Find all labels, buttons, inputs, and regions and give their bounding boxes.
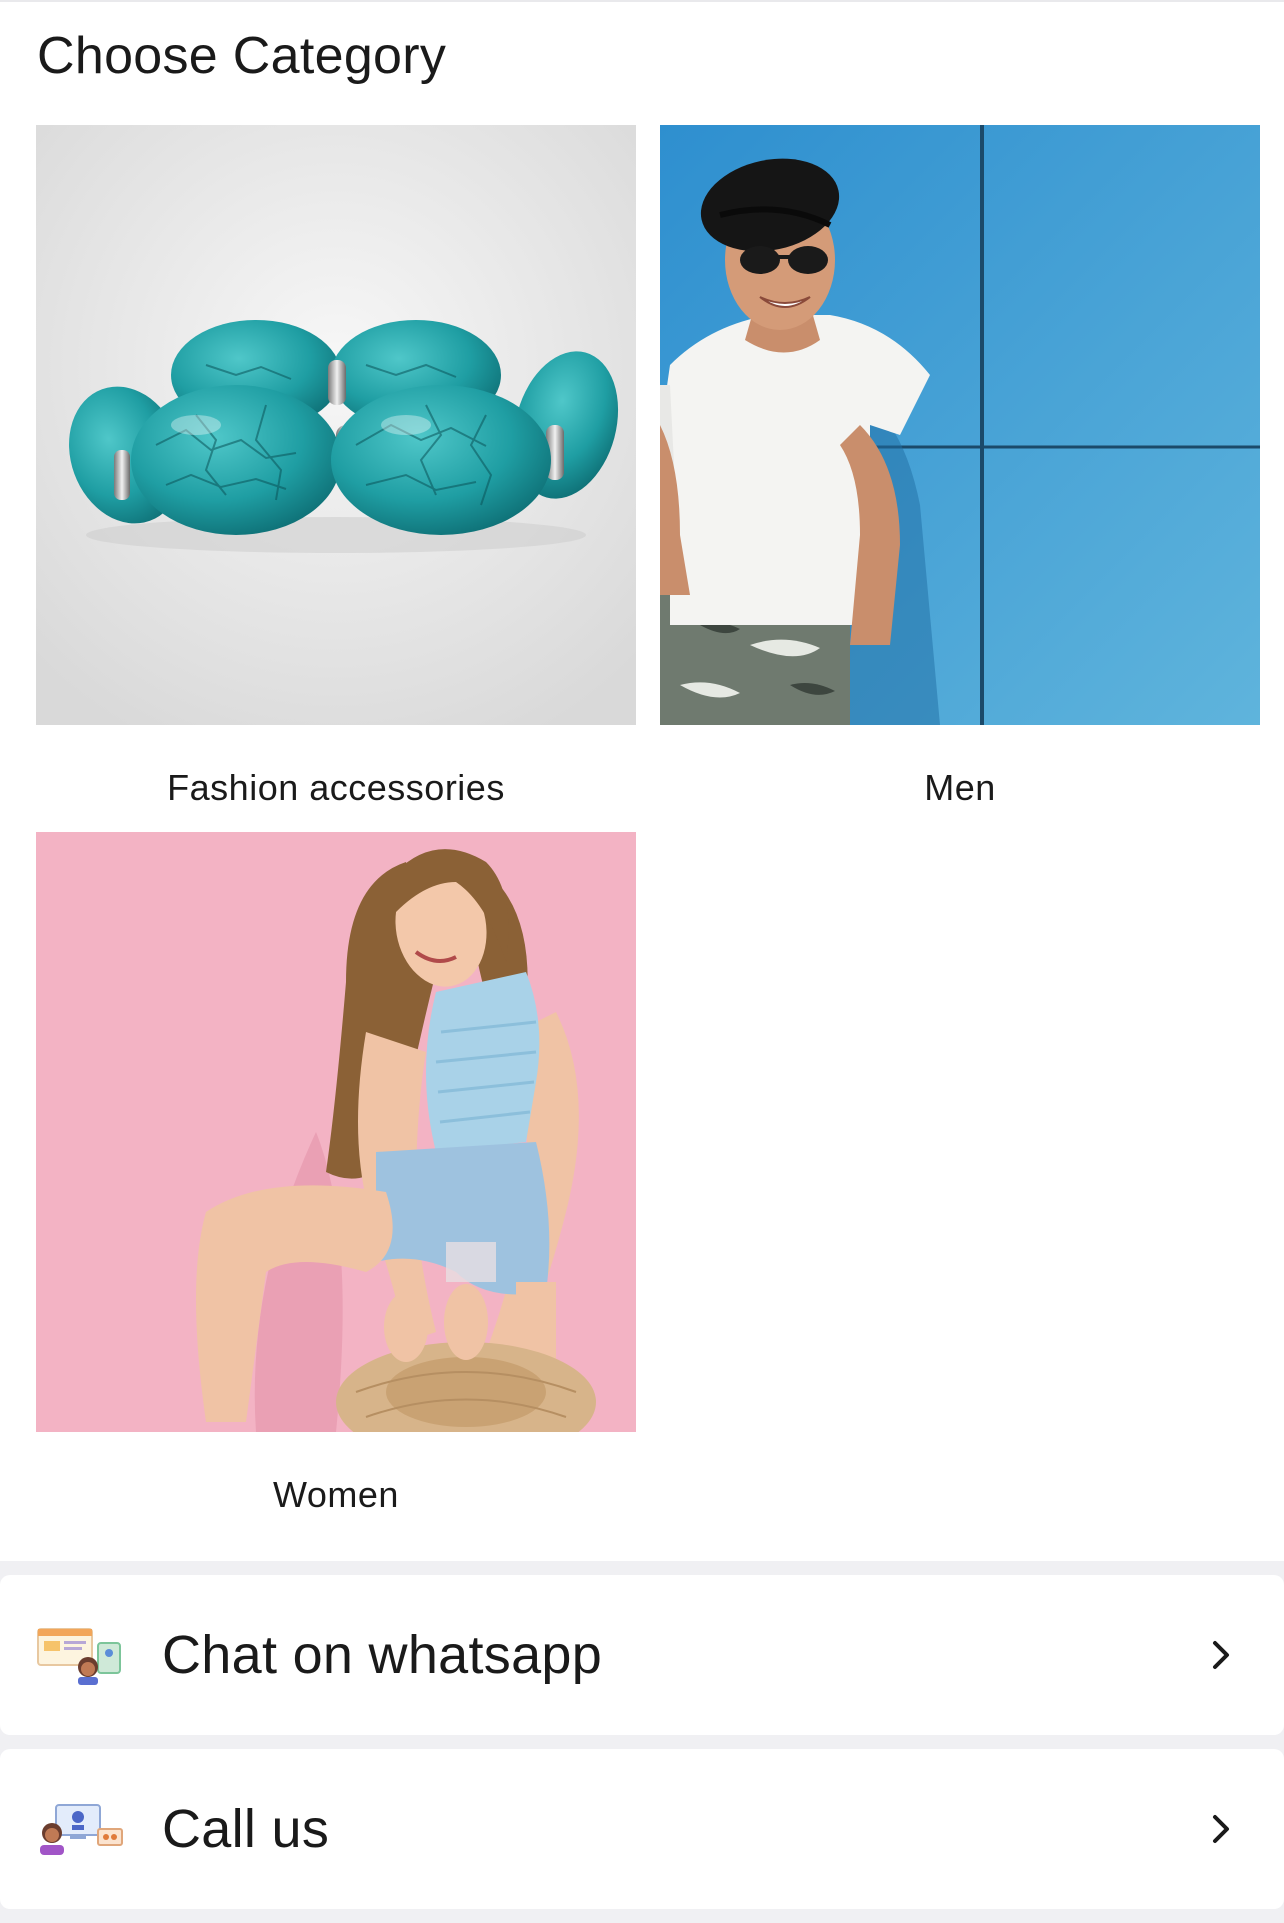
chat-on-whatsapp-label: Chat on whatsapp	[162, 1625, 603, 1685]
chevron-right-icon	[1213, 1815, 1229, 1843]
category-image-women[interactable]	[36, 832, 636, 1432]
chat-support-icon	[37, 1628, 121, 1685]
turquoise-bracelet-photo	[36, 125, 636, 725]
category-label: Women	[273, 1474, 399, 1515]
chat-on-whatsapp-row[interactable]: Chat on whatsapp	[0, 1575, 1284, 1735]
call-us-label: Call us	[162, 1799, 330, 1859]
category-card-men[interactable]: Men	[660, 125, 1260, 808]
chevron-right-icon	[1213, 1641, 1229, 1669]
category-image-fashion-accessories[interactable]	[36, 125, 636, 725]
category-image-men[interactable]	[660, 125, 1260, 725]
call-support-icon	[40, 1804, 123, 1855]
category-card-women[interactable]: Women	[36, 832, 636, 1515]
category-label: Men	[924, 767, 996, 808]
category-label: Fashion accessories	[167, 767, 505, 808]
woman-in-denim-photo	[36, 832, 636, 1432]
category-card-fashion-accessories[interactable]: Fashion accessories	[36, 125, 636, 808]
call-us-row[interactable]: Call us	[0, 1749, 1284, 1909]
man-in-hat-photo	[660, 125, 1260, 725]
top-divider	[0, 0, 1284, 2]
page-title: Choose Category	[37, 27, 447, 85]
